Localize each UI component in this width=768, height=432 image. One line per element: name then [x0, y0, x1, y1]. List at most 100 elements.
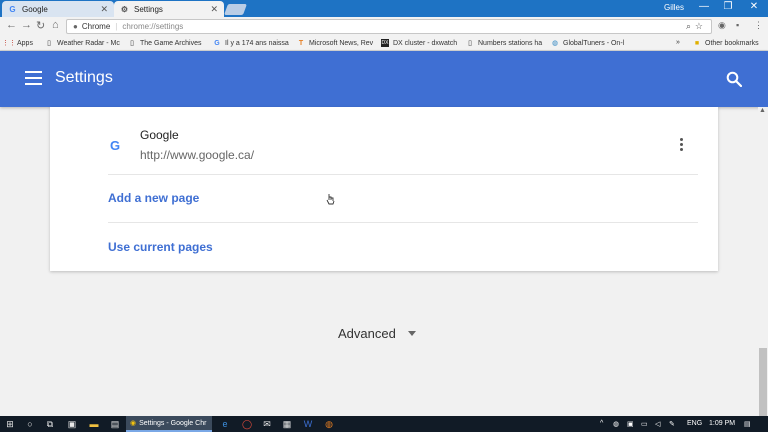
minimize-icon[interactable]: —	[694, 1, 714, 12]
other-bookmarks[interactable]: ■ Other bookmarks	[693, 39, 759, 47]
windows-taskbar: ⊞ ○ ⧉ ▣ ▬ ▤ ◉ Settings - Google Chr e ◯ …	[0, 416, 768, 432]
bookmark-label: Numbers stations ha	[478, 39, 543, 47]
search-icon[interactable]	[726, 71, 742, 87]
file-explorer-icon[interactable]: ▬	[87, 418, 101, 430]
hand-cursor-icon	[326, 194, 335, 205]
language-indicator[interactable]: ENG	[687, 420, 702, 427]
address-bar[interactable]: ● Chrome | chrome://settings ⌕ ☆	[66, 19, 712, 34]
taskbar-chrome-window[interactable]: ◉ Settings - Google Chr	[126, 416, 212, 432]
page-icon: ▯	[130, 40, 134, 47]
chrome-menu-icon[interactable]: ⋮	[754, 20, 763, 31]
close-window-icon[interactable]: ✕	[744, 1, 764, 12]
more-actions-icon[interactable]	[678, 138, 684, 154]
profile-name[interactable]: Gilles	[664, 3, 684, 12]
tab-title: Google	[22, 4, 48, 14]
bookmark-weather-radar[interactable]: ▯ Weather Radar - Mc	[45, 39, 120, 48]
bookmark-label: Apps	[17, 39, 33, 47]
extension-icon[interactable]: ▪	[736, 20, 739, 30]
tab-settings[interactable]: ⚙ Settings ✕	[114, 1, 224, 17]
edge-icon[interactable]: e	[218, 418, 232, 430]
page-icon: ▯	[47, 40, 51, 47]
dx-favicon-icon: DX	[381, 39, 389, 47]
clock[interactable]: 1:09 PM	[709, 420, 735, 427]
reload-icon[interactable]: ↻	[36, 19, 45, 32]
bookmark-microsoft-news[interactable]: T Microsoft News, Rev	[297, 39, 375, 47]
maximize-icon[interactable]: ❐	[718, 1, 738, 12]
advanced-label: Advanced	[338, 326, 396, 341]
photos-icon[interactable]: ▤	[108, 418, 122, 430]
bookmark-label: DX cluster - dxwatch	[393, 39, 458, 47]
bookmark-label: GlobalTuners - On-l	[563, 39, 625, 47]
settings-header: Settings	[0, 51, 768, 107]
globe-icon: ◍	[551, 40, 559, 47]
bookmark-numbers-stations[interactable]: ▯ Numbers stations ha	[466, 39, 544, 48]
back-arrow-icon[interactable]: ←	[6, 19, 17, 31]
add-new-page-link[interactable]: Add a new page	[108, 191, 199, 205]
bookmark-label: Other bookmarks	[705, 39, 759, 47]
bookmark-star-icon[interactable]: ☆	[695, 21, 703, 32]
taskbar-app-label: Settings - Google Chr	[139, 419, 207, 427]
hamburger-menu-icon[interactable]	[25, 71, 42, 85]
network-icon[interactable]: ▭	[641, 420, 648, 428]
page-icon: ▯	[468, 40, 472, 47]
forward-arrow-icon[interactable]: →	[21, 19, 32, 31]
bookmark-label: The Game Archives	[140, 39, 202, 47]
notifications-icon[interactable]: ▤	[744, 420, 751, 428]
task-view-icon[interactable]: ⧉	[43, 418, 57, 430]
omnibox-separator: |	[115, 22, 118, 31]
mail-icon[interactable]: ✉	[260, 418, 274, 430]
store-icon[interactable]: ▣	[65, 418, 79, 430]
bookmark-label: Microsoft News, Rev	[309, 39, 374, 47]
startup-page-name: Google	[140, 128, 179, 142]
startup-pages-card: G Google http://www.google.ca/ Add a new…	[50, 107, 718, 271]
bookmark-il-y-a[interactable]: G Il y a 174 ans naissa	[213, 39, 291, 47]
media-icon[interactable]: ▦	[280, 418, 294, 430]
google-favicon-icon: G	[9, 4, 16, 14]
caret-down-icon	[407, 331, 416, 336]
tab-title: Settings	[134, 4, 163, 14]
close-tab-icon[interactable]: ✕	[210, 4, 218, 15]
opera-icon[interactable]: ◯	[240, 418, 254, 430]
browser-toolbar: ← → ↻ ⌂ ● Chrome | chrome://settings ⌕ ☆…	[0, 17, 768, 36]
page-scrollbar[interactable]: ▲	[758, 107, 768, 416]
gear-icon: ⚙	[120, 4, 129, 14]
bookmark-apps[interactable]: ⋮⋮ Apps	[5, 39, 33, 48]
scroll-up-arrow-icon[interactable]: ▲	[759, 107, 766, 114]
tab-google[interactable]: G Google ✕	[2, 1, 114, 17]
bookmarks-overflow-chevron[interactable]: »	[676, 39, 680, 46]
windows-start-icon[interactable]: ⊞	[3, 418, 17, 430]
extension-eye-icon[interactable]: ◉	[718, 20, 726, 31]
volume-icon[interactable]: ◁	[655, 420, 660, 428]
divider	[108, 174, 698, 175]
site-favicon-icon: T	[298, 39, 304, 47]
tray-app-icon[interactable]: ◍	[613, 420, 619, 428]
tab-strip: G Google ✕ ⚙ Settings ✕ Gilles — ❐ ✕	[0, 0, 768, 17]
scroll-thumb[interactable]	[759, 348, 767, 416]
cortana-search-icon[interactable]: ○	[23, 418, 37, 430]
tray-overflow-icon[interactable]: ^	[600, 420, 603, 427]
bookmark-globaltuners[interactable]: ◍ GlobalTuners - On-l	[551, 39, 629, 48]
bookmark-label: Weather Radar - Mc	[57, 39, 120, 47]
home-icon[interactable]: ⌂	[52, 19, 59, 31]
pen-icon[interactable]: ✎	[669, 420, 675, 428]
use-current-pages-link[interactable]: Use current pages	[108, 240, 213, 254]
word-icon[interactable]: W	[301, 418, 315, 430]
page-title: Settings	[55, 69, 113, 86]
google-favicon-icon: G	[110, 138, 121, 153]
advanced-toggle[interactable]: Advanced	[338, 326, 416, 341]
chrome-icon: ◉	[130, 420, 137, 427]
url-text: chrome://settings	[122, 22, 184, 31]
google-favicon-icon: G	[214, 39, 220, 47]
bookmark-label: Il y a 174 ans naissa	[225, 39, 289, 47]
folder-icon: ■	[694, 39, 700, 47]
zoom-magnifier-icon[interactable]: ⌕	[686, 21, 691, 32]
new-tab-button[interactable]	[223, 4, 248, 15]
divider	[108, 222, 698, 223]
startup-page-url: http://www.google.ca/	[140, 148, 255, 162]
secure-chrome-icon: ●	[73, 22, 78, 31]
firefox-icon[interactable]: ◍	[322, 418, 336, 430]
close-tab-icon[interactable]: ✕	[100, 4, 108, 15]
bookmark-dx-cluster[interactable]: DX DX cluster - dxwatch	[381, 39, 459, 47]
tray-app-icon[interactable]: ▣	[627, 420, 634, 428]
bookmark-game-archives[interactable]: ▯ The Game Archives	[128, 39, 206, 48]
